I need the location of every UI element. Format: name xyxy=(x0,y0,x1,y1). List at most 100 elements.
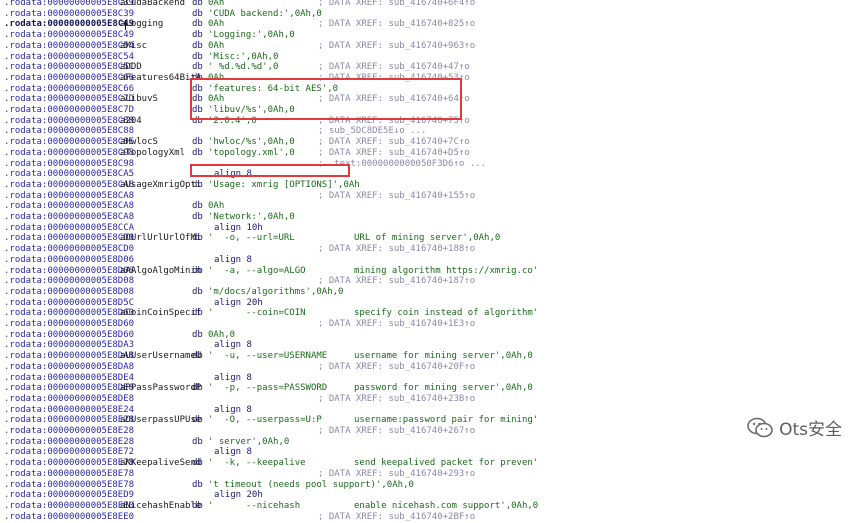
address: .rodata:00000000005E8CA8 xyxy=(4,190,135,201)
listing-row[interactable]: .rodata:00000000005E8C8E aHwlocS db 'hwloc/… xyxy=(0,137,860,148)
listing-row[interactable]: .rodata:00000000005E8C88 ; sub_5DC8DE5E↓o… xyxy=(0,126,860,137)
listing-row[interactable]: .rodata:00000000005E8CCA align 10h xyxy=(0,223,860,234)
address: .rodata:00000000005E8C66 xyxy=(4,83,135,94)
mnemonic: db xyxy=(192,8,203,19)
listing-row[interactable]: .rodata:00000000005E8ED9 align 20h xyxy=(0,490,860,501)
label-name: aCoinCoinSpecif xyxy=(120,308,202,319)
mnemonic: db xyxy=(192,286,203,297)
listing-row[interactable]: .rodata:00000000005E8D06 align 8 xyxy=(0,255,860,266)
listing-row[interactable]: .rodata:00000000005E8D08 db 'm/docs/algori… xyxy=(0,287,860,298)
listing-row[interactable]: .rodata:00000000005E8C66 db 'features: 64-… xyxy=(0,84,860,95)
listing-row[interactable]: .rodata:00000000005E8C39 aCudaBackend db 0A… xyxy=(0,0,860,9)
operand-text: specify coin instead of algorithm' xyxy=(354,308,539,319)
listing-row[interactable]: .rodata:00000000005E8C54 db 'Misc:',0Ah,0 xyxy=(0,52,860,63)
label-name: aUUserUsernameU xyxy=(120,351,202,362)
listing-row[interactable]: .rodata:00000000005E8C98 aTopologyXml db 't… xyxy=(0,148,860,159)
mnemonic: align 10h xyxy=(214,222,263,233)
listing-row[interactable]: .rodata:00000000005E8E28 db ' server',0Ah,… xyxy=(0,437,860,448)
label-name: aUsageXmrigOpti xyxy=(120,179,202,190)
operand: 't timeout (needs pool support)',0Ah,0 xyxy=(208,479,414,490)
listing-row[interactable]: .rodata:00000000005E8C49 aLogging db 0Ah ; D… xyxy=(0,19,860,30)
address: .rodata:00000000005E8E28 xyxy=(4,426,135,436)
listing-row[interactable]: .rodata:00000000005E8DE4 align 8 xyxy=(0,373,860,384)
listing-row[interactable]: .rodata:00000000005E8EE0 ; DATA XREF: sub… xyxy=(0,512,860,523)
label-name: aOUrlUrlUrlOfMi xyxy=(120,233,202,244)
listing-row[interactable]: .rodata:00000000005E8C39 db 'CUDA backend:… xyxy=(0,9,860,20)
listing-row[interactable]: .rodata:00000000005E8DA3 align 8 xyxy=(0,340,860,351)
address: .rodata:00000000005E8D5C xyxy=(4,297,135,308)
listing-row[interactable]: .rodata:00000000005E8D08 aAAlgoAlgoMinin d… xyxy=(0,266,860,277)
listing-row[interactable]: .rodata:00000000005E8C7D db 'libuv/%s',0Ah… xyxy=(0,105,860,116)
comment: ; DATA XREF: sub_416740+D5↑o xyxy=(318,147,470,158)
address: .rodata:00000000005E8ED9 xyxy=(4,490,135,501)
listing-row[interactable]: .rodata:00000000005E8E78 db 't timeout (ne… xyxy=(0,480,860,491)
listing-row[interactable]: .rodata:00000000005E8D60 ; DATA XREF: sub… xyxy=(0,319,860,330)
label-name: aOUserpassUPUse xyxy=(120,415,202,426)
operand: ' -u, --user=USERNAME xyxy=(208,351,328,362)
address: .rodata:00000000005E8D08 xyxy=(4,276,135,287)
address: .rodata:00000000005E8E28 xyxy=(4,415,135,426)
listing-row[interactable]: .rodata:00000000005E8C49 db 'Logging:',0Ah… xyxy=(0,30,860,41)
mnemonic: db xyxy=(192,329,203,340)
comment: ; DATA XREF: sub_416740+64↑o xyxy=(318,94,470,105)
listing-row[interactable]: .rodata:00000000005E8CD0 aOUrlUrlUrlOfMi d… xyxy=(0,233,860,244)
listing-row[interactable]: .rodata:00000000005E8D5C align 20h xyxy=(0,298,860,309)
address: .rodata:00000000005E8CCA xyxy=(4,222,135,233)
address: .rodata:00000000005E8D60 xyxy=(4,329,135,340)
listing-row[interactable]: .rodata:00000000005E8CA8 aUsageXmrigOpti d… xyxy=(0,180,860,191)
address: .rodata:00000000005E8C7D xyxy=(4,94,135,105)
listing-row[interactable]: .rodata:00000000005E8CA8 ; DATA XREF: sub… xyxy=(0,191,860,202)
listing-row[interactable]: .rodata:00000000005E8DA8 aUUserUsernameU d… xyxy=(0,351,860,362)
watermark: Ots安全 xyxy=(747,415,842,440)
listing-row[interactable]: .rodata:00000000005E8D60 aCoinCoinSpecif d… xyxy=(0,308,860,319)
listing-row[interactable]: .rodata:00000000005E8E24 align 8 xyxy=(0,405,860,416)
listing-row[interactable]: .rodata:00000000005E8DA8 ; DATA XREF: sub… xyxy=(0,362,860,373)
operand: 'topology.xml',0 xyxy=(208,147,295,158)
operand: ' --coin=COIN xyxy=(208,308,306,319)
listing-row[interactable]: .rodata:00000000005E8E78 ; DATA XREF: sub… xyxy=(0,469,860,480)
listing-row[interactable]: .rodata:00000000005E8E28 aOUserpassUPUse d… xyxy=(0,415,860,426)
listing-row[interactable]: .rodata:00000000005E8C98 ; .text:00000000… xyxy=(0,159,860,170)
listing-row[interactable]: .rodata:00000000005E8C5C aDDD db ' %d.%d.%d… xyxy=(0,62,860,73)
listing-row[interactable]: .rodata:00000000005E8CA8 db 0Ah xyxy=(0,201,860,212)
operand: 0Ah xyxy=(208,72,225,83)
listing-row[interactable]: .rodata:00000000005E8EE0 aNicehashEnable d… xyxy=(0,501,860,512)
address: .rodata:00000000005E8CA8 xyxy=(4,212,135,222)
label-name: aLogging xyxy=(120,19,164,30)
address: .rodata:00000000005E8CA5 xyxy=(4,169,135,180)
operand: ' --nicehash xyxy=(208,500,301,511)
listing-row[interactable]: .rodata:00000000005E8DE8 ; DATA XREF: sub… xyxy=(0,394,860,405)
listing-row[interactable]: .rodata:00000000005E8D60 db 0Ah,0 xyxy=(0,330,860,341)
label-name: aFeatures64BitA xyxy=(120,72,202,83)
listing-row[interactable]: .rodata:00000000005E8C7D aLibuvS db 0Ah ; DA… xyxy=(0,94,860,105)
listing-row[interactable]: .rodata:00000000005E8D08 ; DATA XREF: sub… xyxy=(0,276,860,287)
mnemonic: db xyxy=(192,62,203,73)
mnemonic: db xyxy=(192,115,203,126)
listing-row[interactable]: .rodata:00000000005E8DE8 aPPassPasswordP d… xyxy=(0,383,860,394)
address: .rodata:00000000005E8D06 xyxy=(4,254,135,265)
operand: 0Ah xyxy=(208,0,225,8)
listing-row[interactable]: .rodata:00000000005E8C88 a204 db '2.0.4',0;… xyxy=(0,116,860,127)
mnemonic: db xyxy=(192,479,203,490)
listing-row[interactable]: .rodata:00000000005E8E28 ; DATA XREF: sub… xyxy=(0,426,860,437)
listing-row[interactable]: .rodata:00000000005E8C54 aMisc db 0Ah ; DATA… xyxy=(0,41,860,52)
operand-text: username:password pair for mining' xyxy=(354,415,539,426)
listing-row[interactable]: .rodata:00000000005E8E72 align 8 xyxy=(0,447,860,458)
operand: ' -p, --pass=PASSWORD xyxy=(208,383,328,394)
listing-row[interactable]: .rodata:00000000005E8CD0 ; DATA XREF: sub… xyxy=(0,244,860,255)
address: .rodata:00000000005E8CA8 xyxy=(4,201,135,212)
listing-row[interactable]: .rodata:00000000005E8CA8 db 'Network:',0Ah… xyxy=(0,212,860,223)
mnemonic: db xyxy=(192,40,203,51)
disassembly-listing[interactable]: .rodata:00000000005E8C39 aCudaBackend db 0A… xyxy=(0,0,860,522)
listing-row[interactable]: .rodata:00000000005E8CA5 align 8 xyxy=(0,169,860,180)
operand: 'Logging:',0Ah,0 xyxy=(208,30,295,41)
operand: 0Ah xyxy=(208,94,225,105)
label-name: aCudaBackend xyxy=(120,0,186,8)
operand: 'Usage: xmrig [OPTIONS]',0Ah xyxy=(208,179,360,190)
text-cursor xyxy=(125,20,126,30)
mnemonic: db xyxy=(192,0,203,8)
listing-row[interactable]: .rodata:00000000005E8C66 aFeatures64BitA d… xyxy=(0,73,860,84)
address: .rodata:00000000005E8C66 xyxy=(4,72,135,83)
mnemonic: db xyxy=(192,83,203,94)
address: .rodata:00000000005E8C98 xyxy=(4,147,135,158)
